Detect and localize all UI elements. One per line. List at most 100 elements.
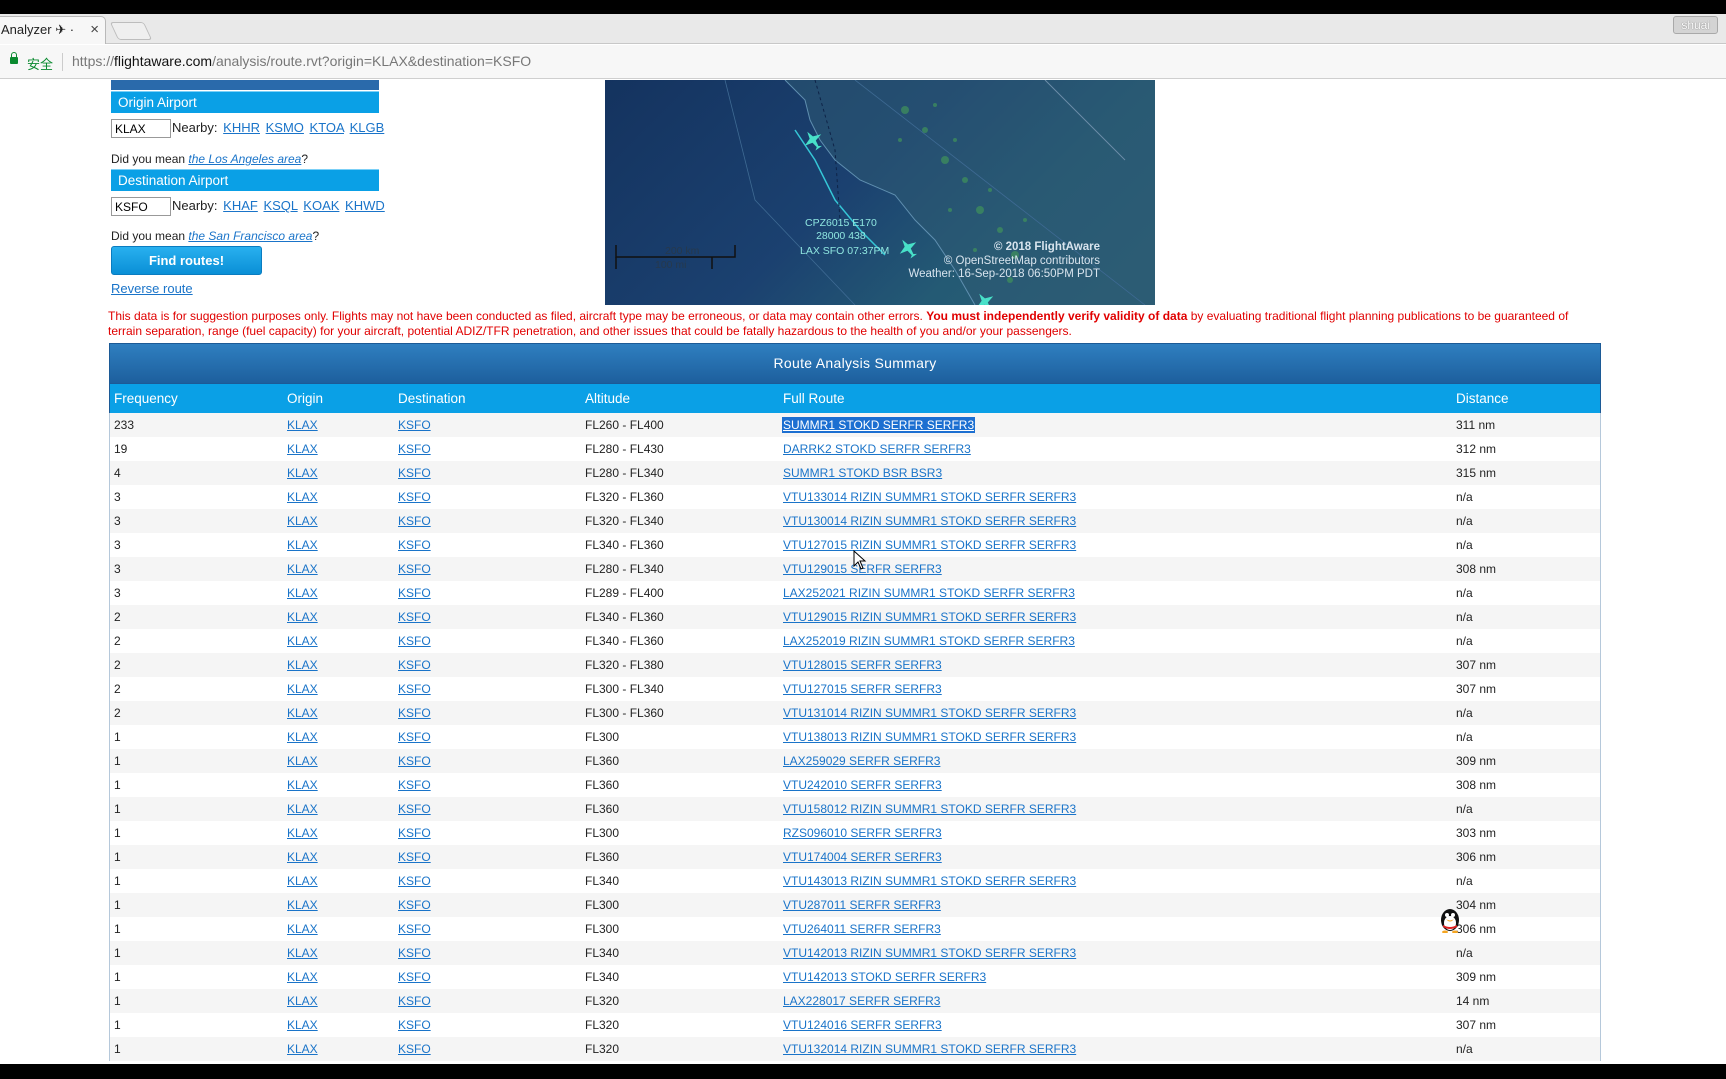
airport-link[interactable]: KSFO (398, 442, 431, 456)
route-link[interactable]: VTU132014 RIZIN SUMMR1 STOKD SERFR SERFR… (783, 1042, 1076, 1056)
airport-link[interactable]: KSFO (398, 1042, 431, 1056)
tab-close-icon[interactable]: × (90, 17, 99, 43)
airport-link[interactable]: KSFO (398, 874, 431, 888)
airport-link[interactable]: KLAX (287, 490, 318, 504)
route-link[interactable]: VTU242010 SERFR SERFR3 (783, 778, 942, 792)
airport-link[interactable]: KSFO (398, 970, 431, 984)
airport-link[interactable]: KLAX (287, 1042, 318, 1056)
header-destination[interactable]: Destination (394, 391, 581, 406)
address-bar[interactable]: 安全 https://flightaware.com/analysis/rout… (0, 45, 1726, 79)
airport-link[interactable]: KLAX (287, 802, 318, 816)
route-link[interactable]: LAX252019 RIZIN SUMMR1 STOKD SERFR SERFR… (783, 634, 1075, 648)
airport-link[interactable]: KSFO (398, 562, 431, 576)
route-link[interactable]: VTU130014 RIZIN SUMMR1 STOKD SERFR SERFR… (783, 514, 1076, 528)
airport-link[interactable]: KLAX (287, 682, 318, 696)
airport-link[interactable]: KLAX (287, 826, 318, 840)
airport-link[interactable]: KLAX (287, 1018, 318, 1032)
airport-link[interactable]: KSFO (398, 418, 431, 432)
route-link[interactable]: LAX252021 RIZIN SUMMR1 STOKD SERFR SERFR… (783, 586, 1075, 600)
route-link[interactable]: VTU142013 RIZIN SUMMR1 STOKD SERFR SERFR… (783, 946, 1076, 960)
url-text[interactable]: https://flightaware.com/analysis/route.r… (72, 53, 531, 69)
airport-link[interactable]: KSFO (398, 538, 431, 552)
route-link[interactable]: VTU131014 RIZIN SUMMR1 STOKD SERFR SERFR… (783, 706, 1076, 720)
airport-link[interactable]: KSFO (398, 922, 431, 936)
route-link[interactable]: SUMMR1 STOKD SERFR SERFR3 (781, 417, 976, 433)
find-routes-button[interactable]: Find routes! (111, 246, 262, 275)
airport-link[interactable]: KSFO (398, 586, 431, 600)
destination-nearby-link[interactable]: KHAF (223, 198, 258, 213)
airport-link[interactable]: KLAX (287, 586, 318, 600)
airport-link[interactable]: KLAX (287, 658, 318, 672)
airport-link[interactable]: KSFO (398, 706, 431, 720)
airport-link[interactable]: KLAX (287, 514, 318, 528)
destination-nearby-link[interactable]: KOAK (303, 198, 339, 213)
destination-input[interactable] (111, 197, 171, 216)
airport-link[interactable]: KLAX (287, 874, 318, 888)
airport-link[interactable]: KLAX (287, 970, 318, 984)
airport-link[interactable]: KSFO (398, 634, 431, 648)
header-altitude[interactable]: Altitude (581, 391, 779, 406)
airport-link[interactable]: KSFO (398, 514, 431, 528)
airport-link[interactable]: KSFO (398, 946, 431, 960)
origin-nearby-link[interactable]: KTOA (310, 120, 344, 135)
airport-link[interactable]: KSFO (398, 850, 431, 864)
airport-link[interactable]: KLAX (287, 538, 318, 552)
airport-link[interactable]: KLAX (287, 706, 318, 720)
airport-link[interactable]: KLAX (287, 418, 318, 432)
flight-label[interactable]: CPZ6015 E170 28000 438 (805, 217, 877, 243)
osm-copyright[interactable]: © OpenStreetMap contributors (944, 254, 1100, 268)
airport-link[interactable]: KSFO (398, 994, 431, 1008)
plane-icon[interactable] (894, 234, 922, 262)
airport-link[interactable]: KLAX (287, 922, 318, 936)
route-link[interactable]: VTU287011 SERFR SERFR3 (783, 898, 941, 912)
airport-link[interactable]: KLAX (287, 466, 318, 480)
airport-link[interactable]: KSFO (398, 490, 431, 504)
airport-link[interactable]: KSFO (398, 610, 431, 624)
route-link[interactable]: VTU127015 SERFR SERFR3 (783, 682, 942, 696)
airport-link[interactable]: KSFO (398, 658, 431, 672)
header-full-route[interactable]: Full Route (779, 391, 1452, 406)
route-link[interactable]: SUMMR1 STOKD BSR BSR3 (783, 466, 942, 480)
destination-nearby-link[interactable]: KSQL (263, 198, 297, 213)
airport-link[interactable]: KSFO (398, 778, 431, 792)
origin-nearby-link[interactable]: KHHR (223, 120, 260, 135)
airport-link[interactable]: KLAX (287, 730, 318, 744)
airport-link[interactable]: KSFO (398, 802, 431, 816)
airport-link[interactable]: KLAX (287, 442, 318, 456)
route-link[interactable]: VTU138013 RIZIN SUMMR1 STOKD SERFR SERFR… (783, 730, 1076, 744)
origin-nearby-link[interactable]: KLGB (350, 120, 385, 135)
airport-link[interactable]: KSFO (398, 1018, 431, 1032)
airport-link[interactable]: KLAX (287, 994, 318, 1008)
route-link[interactable]: VTU142013 STOKD SERFR SERFR3 (783, 970, 986, 984)
origin-nearby-link[interactable]: KSMO (266, 120, 304, 135)
origin-area-link[interactable]: the Los Angeles area (188, 152, 301, 166)
airport-link[interactable]: KSFO (398, 898, 431, 912)
qq-penguin-icon[interactable] (1438, 907, 1462, 933)
route-link[interactable]: VTU143013 RIZIN SUMMR1 STOKD SERFR SERFR… (783, 874, 1076, 888)
profile-button[interactable]: shuai (1673, 16, 1718, 34)
route-link[interactable]: LAX259029 SERFR SERFR3 (783, 754, 940, 768)
route-link[interactable]: VTU127015 RIZIN SUMMR1 STOKD SERFR SERFR… (783, 538, 1076, 552)
browser-tab[interactable]: Analyzer ✈ · × (0, 16, 106, 44)
airport-link[interactable]: KLAX (287, 778, 318, 792)
route-link[interactable]: VTU128015 SERFR SERFR3 (783, 658, 942, 672)
route-link[interactable]: RZS096010 SERFR SERFR3 (783, 826, 942, 840)
header-origin[interactable]: Origin (283, 391, 394, 406)
airport-link[interactable]: KSFO (398, 466, 431, 480)
flight-map[interactable]: CPZ6015 E170 28000 438 LAX SFO 07:37PM ©… (605, 80, 1155, 305)
header-distance[interactable]: Distance (1452, 391, 1592, 406)
airport-link[interactable]: KLAX (287, 850, 318, 864)
airport-link[interactable]: KLAX (287, 898, 318, 912)
route-link[interactable]: VTU129015 RIZIN SUMMR1 STOKD SERFR SERFR… (783, 610, 1076, 624)
airport-link[interactable]: KLAX (287, 562, 318, 576)
reverse-route-link[interactable]: Reverse route (111, 281, 193, 296)
route-link[interactable]: LAX228017 SERFR SERFR3 (783, 994, 940, 1008)
airport-link[interactable]: KSFO (398, 730, 431, 744)
route-link[interactable]: VTU124016 SERFR SERFR3 (783, 1018, 942, 1032)
header-frequency[interactable]: Frequency (110, 391, 283, 406)
route-link[interactable]: VTU264011 SERFR SERFR3 (783, 922, 941, 936)
route-link[interactable]: VTU174004 SERFR SERFR3 (783, 850, 942, 864)
origin-input[interactable] (111, 119, 171, 138)
destination-area-link[interactable]: the San Francisco area (188, 229, 312, 243)
new-tab-button[interactable] (109, 22, 153, 40)
